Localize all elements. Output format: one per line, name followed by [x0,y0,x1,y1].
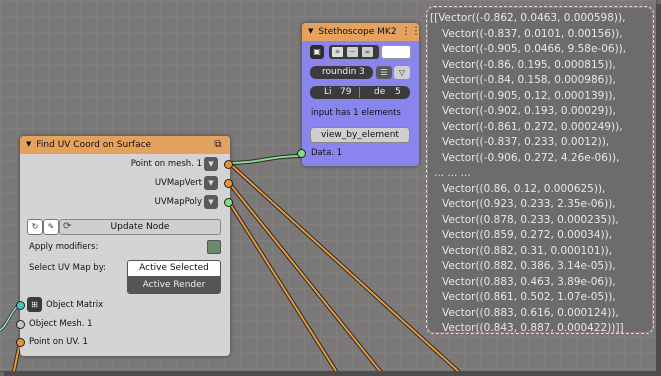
viewer-line: Vector((-0.861, 0.272, 0.000249)), [442,120,623,133]
find-uv-title: Find UV Coord on Surface [36,140,152,150]
lines-depth-fields[interactable]: Li 79 de 5 [310,86,410,99]
node-tree-icon: ⋮⋮ [401,26,421,37]
loop-icon[interactable]: ↻ [27,219,43,235]
minus-icon[interactable]: — [347,47,358,57]
find-uv-header[interactable]: ▼ Find UV Coord on Surface ⧉ [20,136,230,154]
object-picker-icon[interactable]: ⊞ [27,297,42,312]
output-socket-uvpoly[interactable] [224,198,233,207]
viewer-line: Vector((-0.902, 0.193, 0.00029)), [442,105,616,117]
viewer-line: Vector((-0.837, 0.233, 0.0012)), [442,136,610,148]
collapse-arrow-icon[interactable]: ▼ [308,22,313,40]
update-node-button[interactable]: ⟳ Update Node [59,219,221,235]
viewer-line: Vector((-0.837, 0.0101, 0.00156)), [442,27,623,40]
viewer-line: Vector((-0.84, 0.158, 0.000986)), [442,74,616,86]
viewer-line: Vector((0.86, 0.12, 0.000625)), [442,182,606,195]
uv-option-active-selected[interactable]: Active Selected [128,261,220,277]
chevron-down-icon[interactable]: ▼ [204,157,218,171]
input-point-on-uv: Point on UV. 1 [29,337,88,347]
select-uv-label: Select UV Map by: [29,263,106,273]
input-object-mesh: Object Mesh. 1 [29,319,93,329]
depth-value: 5 [395,87,401,97]
stethoscope-title: Stethoscope MK2 [318,27,397,37]
apply-modifiers-label: Apply modifiers: [29,242,99,252]
viewer-line: Vector((0.882, 0.386, 3.14e-05)), [442,260,616,272]
viewer-line: [[Vector((-0.862, 0.0463, 0.000598)), [430,12,626,24]
viewer-line: Vector((0.859, 0.272, 0.00034)), [442,229,613,241]
find-uv-node[interactable]: ▼ Find UV Coord on Surface ⧉ Point on mes… [16,136,233,356]
stethoscope-header[interactable]: ▼ Stethoscope MK2 ⋮⋮ [302,22,421,41]
monitor-icon[interactable]: ▣ [310,45,324,59]
uv-map-selector[interactable]: Active Selected Active Render [127,260,221,294]
input-object-matrix: Object Matrix [46,300,104,310]
canvas-shadow-right [656,4,661,376]
node-group-icon: ⧉ [214,139,222,150]
lines-value: 79 [340,87,352,97]
output-uvmapvert: UVMapVert [154,178,202,188]
chevron-down-icon[interactable]: ▼ [204,195,218,209]
apply-modifiers-checkbox[interactable] [207,240,221,254]
viewer-line: Vector((-0.906, 0.272, 4.26e-06)), [442,151,620,164]
viewer-line: Vector((0.883, 0.616, 0.000124)), [442,306,619,319]
view-by-element-button[interactable]: view_by_element [310,127,410,143]
filter-icon[interactable]: ▽ [394,66,410,79]
viewer-line: Vector((0.883, 0.463, 3.89e-06)), [442,275,616,288]
viewer-line: Vector((0.878, 0.233, 0.000235)), [442,213,619,226]
output-socket-point[interactable] [224,160,233,169]
viewer-line: Vector((0.923, 0.233, 2.35e-06)), [442,198,616,210]
collapse-arrow-icon[interactable]: ▼ [26,135,31,153]
viewer-line: Vector((0.861, 0.502, 1.07e-05)), [442,291,616,303]
lines-label: Li [324,87,332,97]
stethoscope-node[interactable]: ▼ Stethoscope MK2 ⋮⋮ ▣ ≡ — ∞ roundin 3 ☰ … [297,22,421,166]
rounding-field[interactable]: roundin 3 [310,66,373,79]
data-socket-label: Data. 1 [311,148,343,158]
text-view-icon[interactable]: ≡ [332,47,343,57]
output-point-on-mesh: Point on mesh. 1 [130,159,202,169]
input-socket-uv[interactable] [16,338,25,347]
viewer-line: Vector((-0.905, 0.12, 0.000139)), [442,89,616,102]
input-socket-mesh[interactable] [16,320,25,329]
canvas-shadow-bottom [4,371,661,376]
list-icon[interactable]: ☰ [376,66,392,79]
eyedropper-icon[interactable]: ✎ [43,219,59,235]
depth-label: de [374,87,386,97]
output-uvmappoly: UVMapPoly [154,197,202,207]
viewer-line: Vector((0.882, 0.31, 0.000101)), [442,244,613,257]
rounding-label: roundin [322,67,357,77]
viewer-line: ... ... ... [434,167,471,179]
field-divider [359,87,360,98]
viewer-line: Vector((-0.905, 0.0466, 9.58e-06)), [442,43,627,55]
view-mode-toggle[interactable]: ≡ — ∞ [329,45,379,59]
output-socket-uvvert[interactable] [224,179,233,188]
elements-info: input has 1 elements [311,108,401,118]
link-icon[interactable]: ∞ [362,47,373,57]
rounding-value: 3 [359,67,365,77]
viewer-text-panel: [[Vector((-0.862, 0.0463, 0.000598)), Vec… [426,6,654,334]
input-socket-matrix[interactable] [16,301,25,310]
update-node-label: Update Node [110,222,170,232]
filter-text-field[interactable] [381,45,411,59]
viewer-line: Vector((0.843, 0.887, 0.000422))]] [442,322,624,334]
viewer-line: Vector((-0.86, 0.195, 0.000815)), [442,58,616,71]
data-input-socket[interactable] [297,149,306,158]
uv-option-active-render[interactable]: Active Render [128,277,220,293]
chevron-down-icon[interactable]: ▼ [204,176,218,190]
